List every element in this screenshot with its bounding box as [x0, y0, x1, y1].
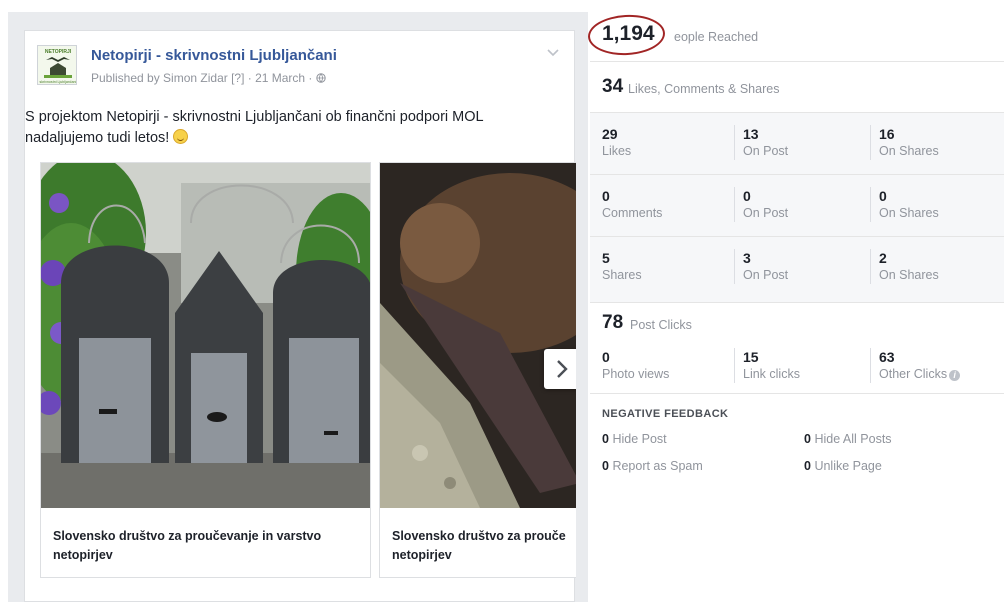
bat-photo [380, 163, 576, 508]
unlike-page-label: Unlike Page [814, 459, 882, 473]
logo-text-bottom: skrivnostni Ljubljančani [40, 80, 77, 84]
reach-label: eople Reached [674, 30, 759, 44]
engagement-row: 34 Likes, Comments & Shares [590, 62, 1004, 112]
post-text-line2: nadaljujemo tudi letos! [25, 130, 174, 146]
shares-on-shares-label: On Shares [879, 268, 939, 282]
shares-total-value: 5 [602, 250, 610, 266]
likes-total-value: 29 [602, 126, 618, 142]
comments-total-value: 0 [602, 188, 610, 204]
hide-post-stat: 0 Hide Post [602, 432, 667, 446]
likes-on-shares-value: 16 [879, 126, 895, 142]
likes-total: 29 Likes [602, 125, 631, 160]
post-clicks-label: Post Clicks [630, 318, 692, 332]
engagement-label: Likes, Comments & Shares [628, 82, 780, 96]
hide-all-posts-label: Hide All Posts [814, 432, 892, 446]
bat-houses-photo [41, 163, 370, 508]
post-clicks-row: 78 Post Clicks [590, 302, 1004, 342]
engagement-breakdown: 29 Likes 13 On Post 16 On Shares 0 Comments … [590, 112, 1004, 303]
comments-on-shares-value: 0 [879, 188, 887, 204]
post-meta: Published by Simon Zidar [?] · 21 March … [91, 71, 326, 85]
clicks-breakdown: 0 Photo views 15 Link clicks 63 Other Click… [590, 344, 1004, 394]
likes-total-label: Likes [602, 144, 632, 158]
comments-row: 0 Comments 0 On Post 0 On Shares [590, 175, 1004, 237]
report-spam-label: Report as Spam [612, 459, 703, 473]
comments-total: 0 Comments [602, 187, 662, 222]
comments-on-post-label: On Post [743, 206, 789, 220]
other-clicks-label-wrap: Other Clicks i [879, 366, 961, 383]
insights-panel: 1,194 eople Reached 34 Likes, Comments &… [587, 12, 1004, 602]
likes-on-post-value: 13 [743, 126, 759, 142]
likes-on-shares: 16 On Shares [870, 125, 939, 160]
hide-post-label: Hide Post [612, 432, 667, 446]
shares-on-shares-value: 2 [879, 250, 887, 266]
engagement-value: 34 [602, 76, 624, 97]
other-clicks-value: 63 [879, 349, 895, 365]
photo-views-label: Photo views [602, 367, 670, 381]
comments-on-shares-label: On Shares [879, 206, 939, 220]
chevron-right-icon [557, 360, 568, 378]
post-text-line1: S projektom Netopirji - skrivnostni Ljub… [25, 109, 484, 125]
carousel-caption-2-line2: netopirjev [392, 548, 452, 562]
shares-row: 5 Shares 3 On Post 2 On Shares [590, 237, 1004, 303]
comments-on-shares: 0 On Shares [870, 187, 939, 222]
carousel-card-1[interactable]: Slovensko društvo za proučevanje in vars… [40, 162, 371, 578]
carousel-caption-2-line1: Slovensko društvo za prouče [392, 529, 566, 543]
hide-all-posts-stat: 0 Hide All Posts [804, 432, 892, 446]
logo-text-top: NETOPIRJI [45, 49, 72, 55]
likes-on-post-label: On Post [743, 144, 789, 158]
post-meta-text: Published by Simon Zidar [?] · 21 March … [91, 71, 316, 85]
globe-icon [316, 73, 326, 83]
page-logo[interactable]: NETOPIRJI skrivnostni Ljubljančani [37, 45, 77, 85]
shares-on-post-label: On Post [743, 268, 789, 282]
carousel-caption-1-line2: netopirjev [53, 548, 113, 562]
bat-house-logo-icon: NETOPIRJI skrivnostni Ljubljančani [38, 46, 77, 84]
comments-on-post: 0 On Post [734, 187, 788, 222]
likes-row: 29 Likes 13 On Post 16 On Shares [590, 113, 1004, 175]
carousel-next-button[interactable] [544, 349, 576, 389]
hide-post-value: 0 [602, 432, 609, 446]
page-name-link[interactable]: Netopirji - skrivnostni Ljubljančani [91, 47, 337, 64]
post-text-line2-wrap: nadaljujemo tudi letos! [25, 128, 555, 149]
post-card: NETOPIRJI skrivnostni Ljubljančani Netop… [24, 30, 576, 602]
chevron-down-icon[interactable] [546, 45, 560, 59]
link-clicks: 15 Link clicks [734, 348, 800, 383]
unlike-page-value: 0 [804, 459, 811, 473]
shares-on-post-value: 3 [743, 250, 751, 266]
post-clicks-value: 78 [602, 312, 624, 333]
photo-views: 0 Photo views [602, 348, 669, 383]
carousel-caption-1-line1: Slovensko društvo za proučevanje in vars… [53, 529, 322, 543]
report-spam-value: 0 [602, 459, 609, 473]
carousel: Slovensko društvo za proučevanje in vars… [40, 162, 576, 578]
comments-total-label: Comments [602, 206, 663, 220]
photo-views-value: 0 [602, 349, 610, 365]
unlike-page-stat: 0 Unlike Page [804, 459, 882, 473]
screenshot-stage: NETOPIRJI skrivnostni Ljubljančani Netop… [0, 0, 1004, 602]
shares-on-post: 3 On Post [734, 249, 788, 284]
other-clicks: 63 Other Clicks i [870, 348, 961, 383]
hide-all-posts-value: 0 [804, 432, 811, 446]
comments-on-post-value: 0 [743, 188, 751, 204]
reach-highlight-circle [587, 13, 666, 57]
shares-total: 5 Shares [602, 249, 642, 284]
carousel-caption-2: Slovensko društvo za prouče netopirjev [392, 527, 576, 565]
link-clicks-value: 15 [743, 349, 759, 365]
other-clicks-label: Other Clicks [879, 367, 948, 381]
likes-on-shares-label: On Shares [879, 144, 939, 158]
shares-total-label: Shares [602, 268, 642, 282]
link-clicks-label: Link clicks [743, 367, 800, 381]
reach-row: 1,194 eople Reached [587, 12, 1004, 62]
negative-feedback-title: NEGATIVE FEEDBACK [602, 408, 729, 420]
smiley-icon [173, 129, 189, 144]
shares-on-shares: 2 On Shares [870, 249, 939, 284]
report-spam-stat: 0 Report as Spam [602, 459, 703, 473]
likes-on-post: 13 On Post [734, 125, 788, 160]
carousel-caption-1: Slovensko društvo za proučevanje in vars… [53, 527, 370, 565]
info-icon[interactable]: i [949, 370, 961, 381]
post-text: S projektom Netopirji - skrivnostni Ljub… [25, 107, 555, 149]
